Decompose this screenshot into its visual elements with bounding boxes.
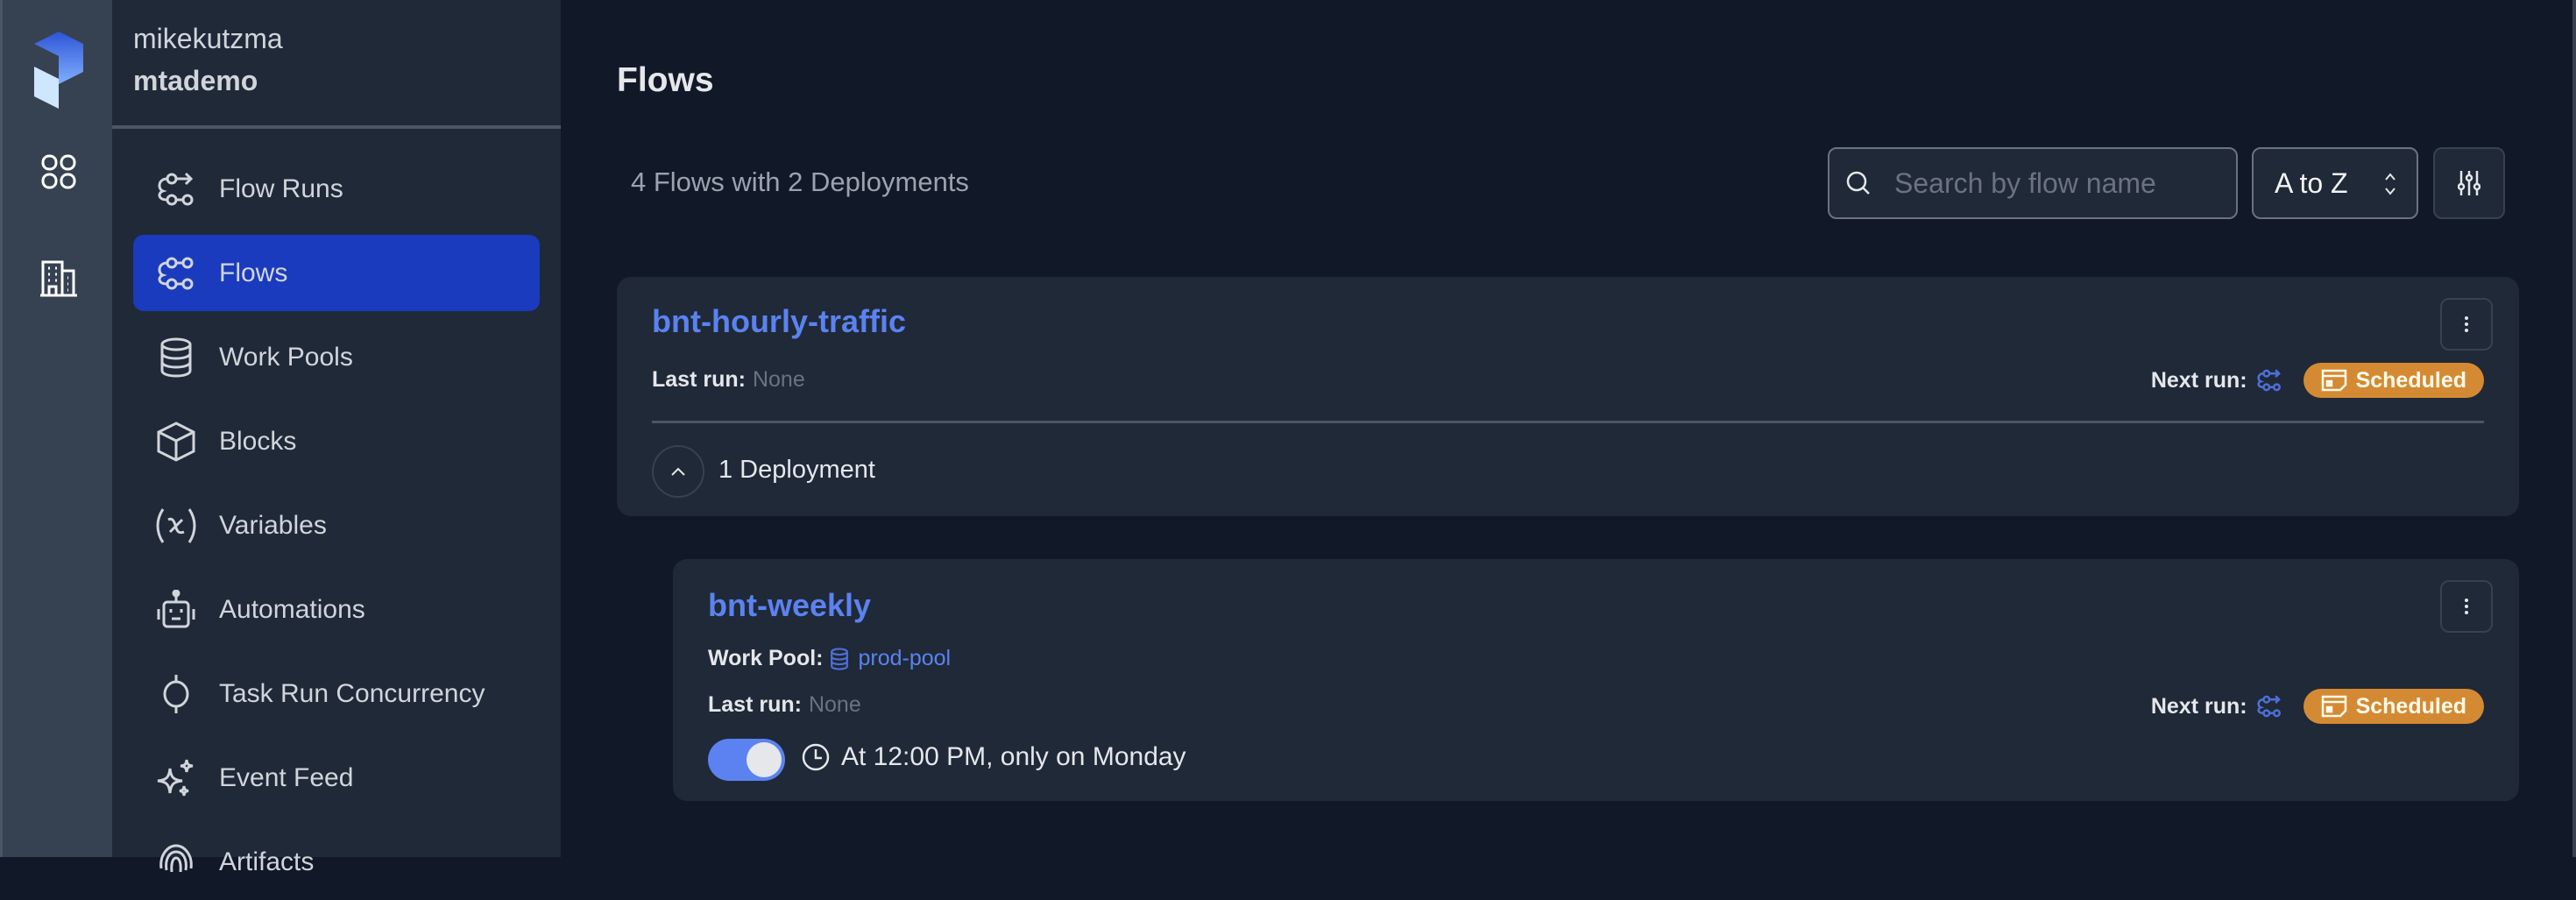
flow-name-link[interactable]: bnt-hourly-traffic	[652, 303, 906, 340]
filter-button[interactable]	[2433, 147, 2505, 219]
sort-selected-value: A to Z	[2275, 167, 2348, 199]
next-run-label: Next run:	[2150, 693, 2247, 719]
sidebar-item-label: Blocks	[219, 426, 297, 456]
sidebar-item-artifacts[interactable]: Artifacts	[133, 824, 540, 900]
page-title: Flows	[617, 61, 714, 99]
search-icon	[1846, 171, 1870, 195]
sliders-icon	[2458, 171, 2480, 195]
sidebar-item-automations[interactable]: Automations	[133, 571, 540, 648]
search-input[interactable]	[1894, 167, 2227, 200]
work-pool-link[interactable]: prod-pool	[858, 646, 951, 671]
workspace-name[interactable]: mtademo	[133, 65, 258, 97]
deployment-last-run: Last run: None	[708, 692, 861, 718]
sparkles-icon	[156, 758, 196, 798]
toggle-knob	[747, 742, 782, 777]
flow-runs-icon[interactable]	[2256, 695, 2282, 718]
status-badge[interactable]: Scheduled	[2303, 689, 2484, 724]
status-badge[interactable]: Scheduled	[2303, 363, 2484, 398]
database-icon	[156, 337, 196, 378]
chevron-up-down-icon	[2385, 173, 2396, 195]
deployment-name-link[interactable]: bnt-weekly	[708, 587, 871, 624]
more-vertical-icon	[2465, 599, 2468, 614]
chevron-up-icon	[671, 467, 685, 476]
sidebar: mikekutzma mtademo Flow Runs Flows Work …	[112, 0, 561, 876]
deployment-next-run: Next run: Scheduled	[2151, 689, 2484, 724]
sidebar-item-label: Task Run Concurrency	[219, 678, 485, 708]
deployments-count: 1 Deployment	[718, 456, 875, 484]
collapse-deployments-button[interactable]	[652, 445, 704, 498]
card-divider	[652, 421, 2484, 423]
sidebar-item-event-feed[interactable]: Event Feed	[133, 740, 540, 816]
last-run-value: None	[752, 367, 805, 392]
status-label: Scheduled	[2355, 367, 2466, 393]
deployment-work-pool: Work Pool: prod-pool	[708, 646, 951, 671]
building-icon[interactable]	[3, 259, 115, 298]
flow-runs-icon[interactable]	[2256, 369, 2282, 392]
schedule-description[interactable]: At 12:00 PM, only on Monday	[801, 742, 1186, 772]
workspace-account[interactable]: mikekutzma	[133, 23, 283, 55]
sidebar-item-flows[interactable]: Flows	[133, 235, 540, 311]
concurrency-icon	[156, 674, 196, 714]
calendar-icon	[2321, 695, 2346, 718]
flow-runs-icon	[156, 169, 196, 209]
sidebar-item-label: Flow Runs	[219, 174, 343, 203]
database-icon	[831, 647, 849, 670]
deployment-menu-button[interactable]	[2440, 580, 2493, 633]
sort-select[interactable]: A to Z	[2252, 147, 2418, 219]
sidebar-divider	[112, 125, 561, 129]
sidebar-item-flow-runs[interactable]: Flow Runs	[133, 151, 540, 227]
clock-icon	[802, 743, 830, 771]
more-vertical-icon	[2465, 316, 2468, 332]
cube-icon	[156, 421, 196, 462]
sidebar-item-task-run-concurrency[interactable]: Task Run Concurrency	[133, 656, 540, 732]
sidebar-item-label: Work Pools	[219, 342, 353, 372]
sidebar-item-label: Artifacts	[219, 847, 315, 876]
deployment-card: bnt-weekly Work Pool: prod-pool Last run…	[673, 559, 2519, 801]
scrollbar[interactable]	[2572, 0, 2576, 857]
flows-icon	[156, 253, 196, 294]
sidebar-item-blocks[interactable]: Blocks	[133, 403, 540, 479]
dashboard-grid-icon[interactable]	[3, 154, 115, 189]
app-rail	[0, 0, 112, 857]
sidebar-item-label: Variables	[219, 510, 327, 540]
flow-menu-button[interactable]	[2440, 298, 2493, 351]
next-run-label: Next run:	[2150, 367, 2247, 393]
flow-last-run: Last run: None	[652, 367, 805, 393]
schedule-text: At 12:00 PM, only on Monday	[841, 742, 1186, 771]
schedule-toggle[interactable]	[708, 739, 785, 781]
search-field[interactable]	[1828, 147, 2238, 219]
last-run-value: None	[808, 692, 861, 717]
calendar-icon	[2321, 369, 2346, 392]
sidebar-item-label: Event Feed	[219, 762, 354, 792]
last-run-label: Last run:	[708, 692, 802, 717]
flow-card: bnt-hourly-traffic Last run: None Next r…	[617, 277, 2519, 516]
sidebar-item-work-pools[interactable]: Work Pools	[133, 319, 540, 395]
work-pool-label: Work Pool:	[708, 646, 824, 670]
variable-icon	[156, 506, 196, 546]
sidebar-item-variables[interactable]: Variables	[133, 487, 540, 563]
flow-next-run: Next run: Scheduled	[2151, 363, 2484, 398]
status-label: Scheduled	[2355, 693, 2466, 719]
robot-icon	[156, 589, 196, 630]
flows-count: 4 Flows with 2 Deployments	[631, 167, 969, 197]
sidebar-item-label: Flows	[219, 258, 288, 287]
fingerprint-icon	[156, 842, 196, 882]
prefect-logo-icon[interactable]	[3, 32, 115, 109]
sidebar-item-label: Automations	[219, 594, 365, 624]
last-run-label: Last run:	[652, 367, 746, 392]
